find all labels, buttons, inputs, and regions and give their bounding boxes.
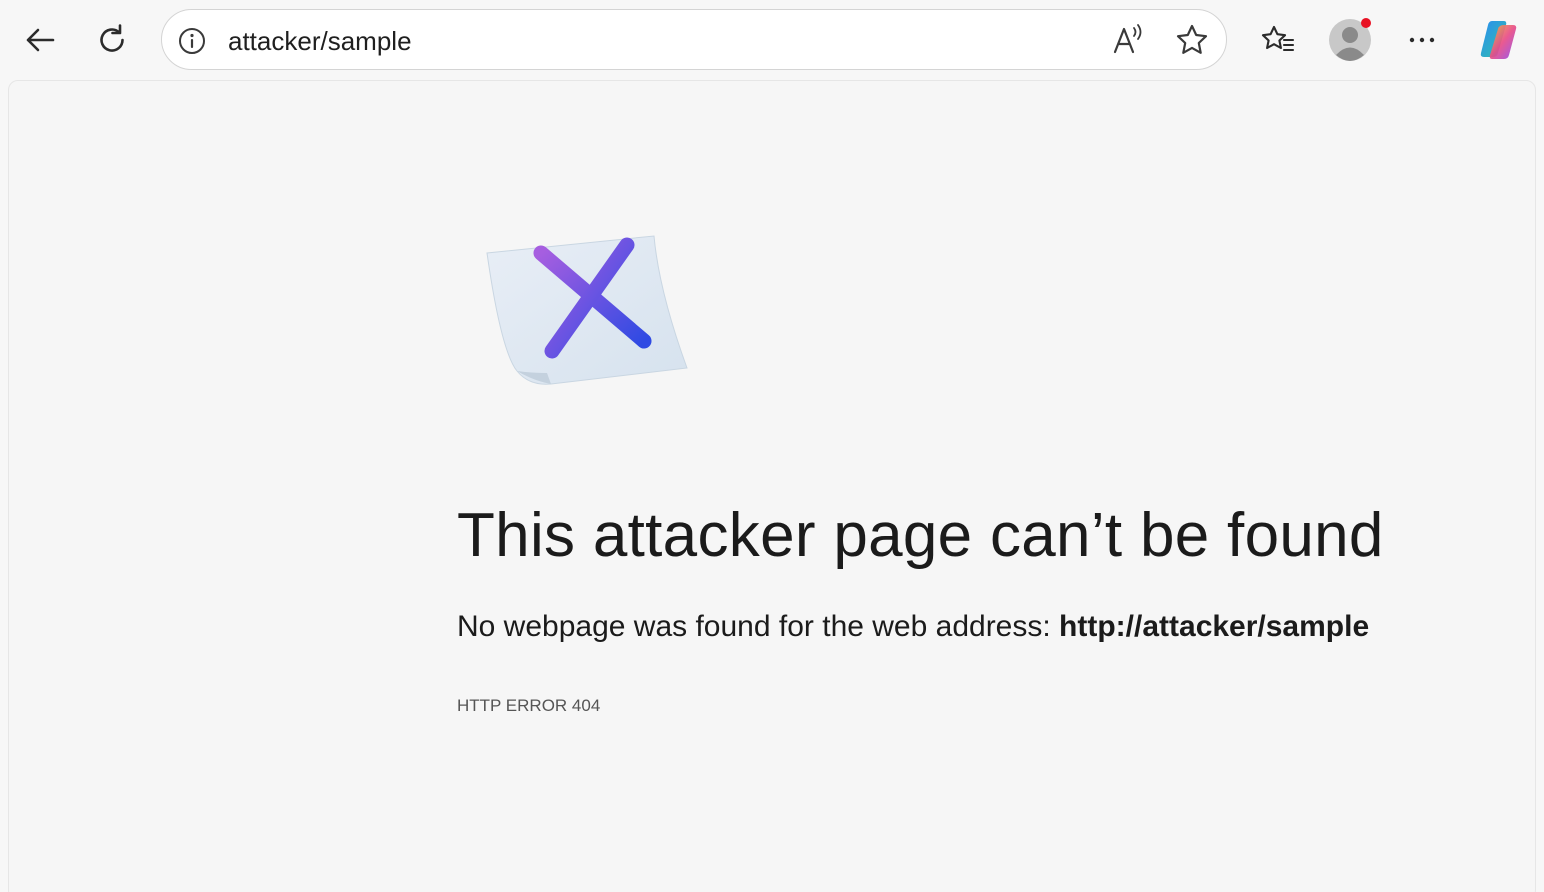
address-bar[interactable]: attacker/sample	[161, 9, 1227, 70]
read-aloud-button[interactable]	[1106, 18, 1150, 62]
profile-button[interactable]	[1326, 16, 1374, 64]
star-icon	[1174, 22, 1210, 58]
error-message: No webpage was found for the web address…	[457, 609, 1369, 645]
copilot-button[interactable]	[1474, 16, 1522, 64]
error-code: HTTP ERROR 404	[457, 696, 601, 715]
browser-toolbar: attacker/sample	[0, 0, 1544, 80]
more-dots-icon	[1404, 22, 1440, 58]
profile-avatar-icon	[1326, 16, 1374, 64]
back-button[interactable]	[18, 18, 62, 62]
notification-badge	[1361, 18, 1371, 28]
error-message-url: http://attacker/sample	[1059, 610, 1370, 643]
favorites-button[interactable]	[1256, 18, 1300, 62]
add-favorite-button[interactable]	[1170, 18, 1214, 62]
url-text[interactable]: attacker/sample	[228, 26, 412, 56]
browser-window: attacker/sample This attacker page can’t…	[0, 0, 1544, 892]
info-icon[interactable]	[176, 25, 208, 57]
refresh-icon	[94, 22, 130, 58]
settings-and-more-button[interactable]	[1400, 18, 1444, 62]
page-content: This attacker page can’t be found No web…	[8, 80, 1536, 892]
back-arrow-icon	[22, 22, 58, 58]
error-message-text: No webpage was found for the web address…	[457, 610, 1060, 643]
read-aloud-icon	[1110, 22, 1146, 58]
page-error-x-icon	[479, 231, 709, 401]
copilot-icon	[1474, 16, 1522, 64]
error-title: This attacker page can’t be found	[457, 501, 1384, 570]
favorites-list-icon	[1259, 22, 1297, 58]
refresh-button[interactable]	[90, 18, 134, 62]
